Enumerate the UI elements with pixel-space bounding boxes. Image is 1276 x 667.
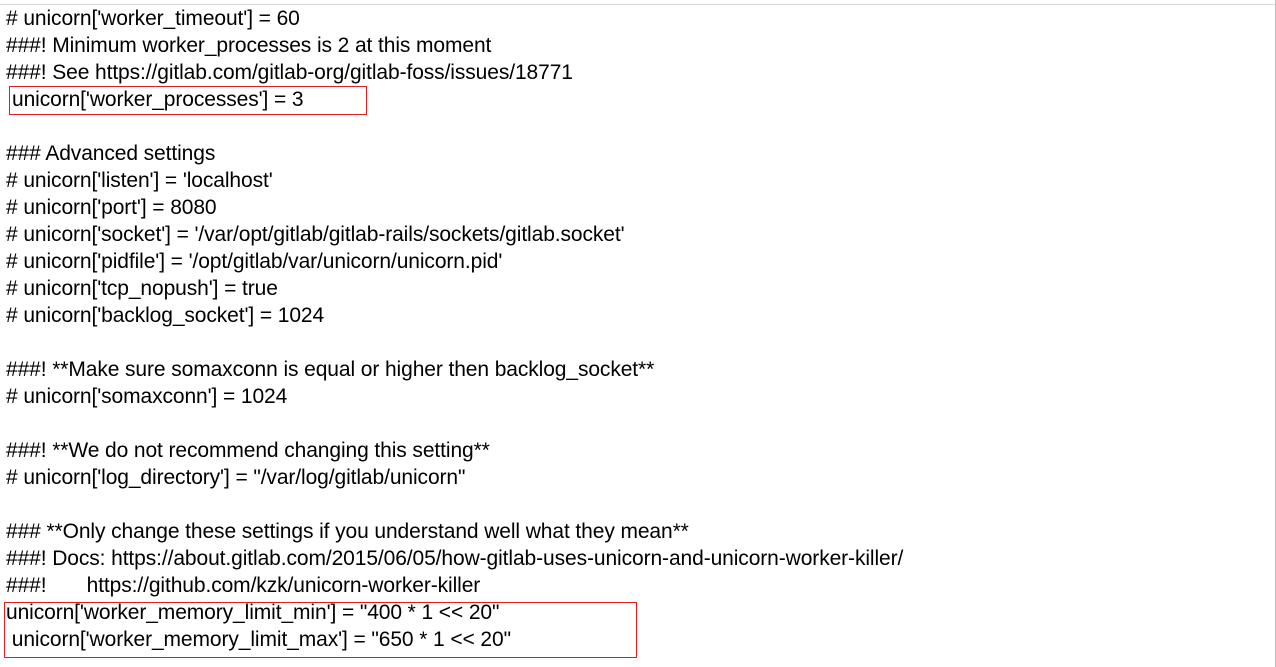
code-line-21: ###! Docs: https://about.gitlab.com/2015… [6,547,904,570]
worker-processes-highlight [9,86,367,115]
code-line-8: # unicorn['port'] = 8080 [6,196,217,219]
code-line-17: ###! **We do not recommend changing this… [6,439,490,462]
code-line-2: ###! Minimum worker_processes is 2 at th… [6,34,492,57]
code-line-22: ###! https://github.com/kzk/unicorn-work… [6,574,481,597]
code-line-20: ### **Only change these settings if you … [6,520,689,543]
code-line-12: # unicorn['backlog_socket'] = 1024 [6,304,325,327]
code-line-1: # unicorn['worker_timeout'] = 60 [6,7,300,30]
code-line-3: ###! See https://gitlab.com/gitlab-org/g… [6,61,573,84]
code-line-18: # unicorn['log_directory'] = "/var/log/g… [6,466,466,489]
code-line-15: # unicorn['somaxconn'] = 1024 [6,385,288,408]
code-line-10: # unicorn['pidfile'] = '/opt/gitlab/var/… [6,250,503,273]
code-line-7: # unicorn['listen'] = 'localhost' [6,169,273,192]
code-line-9: # unicorn['socket'] = '/var/opt/gitlab/g… [6,223,625,246]
code-line-6: ### Advanced settings [6,142,216,165]
memory-limit-highlight [4,602,637,658]
text-editor[interactable]: # unicorn['worker_timeout'] = 60 ###! Mi… [0,0,1276,667]
code-line-14: ###! **Make sure somaxconn is equal or h… [6,358,655,381]
code-line-11: # unicorn['tcp_nopush'] = true [6,277,278,300]
